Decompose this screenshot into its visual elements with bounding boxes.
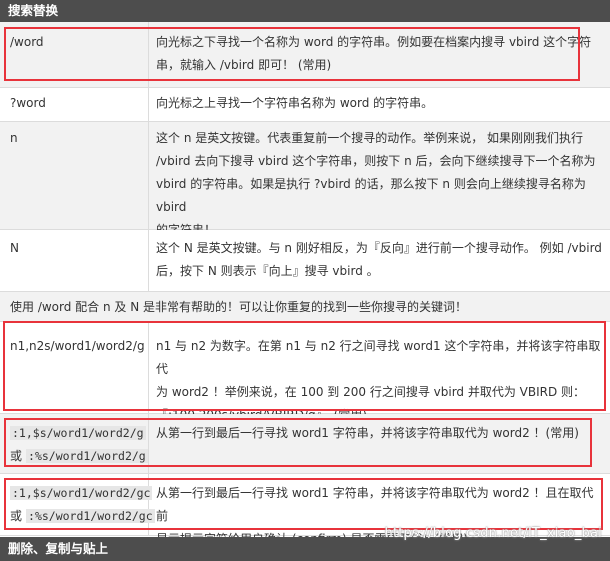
command-cell: n1,n2s/word1/word2/g [10,339,145,353]
table-row: ?word 向光标之上寻找一个字符串名称为 word 的字符串。 [0,88,610,122]
command-cell: :1,$s/word1/word2/g 或:%s/word1/word2/g [10,426,148,463]
table-row: N 这个 N 是英文按键。与 n 刚好相反，为『反向』进行前一个搜寻动作。 例如… [0,230,610,292]
table-row: /word 向光标之下寻找一个名称为 word 的字符串。例如要在档案内搜寻 v… [0,22,610,88]
note-text: 使用 /word 配合 n 及 N 是非常有帮助的！可以让你重复的找到一些你搜寻… [10,300,468,314]
table-row: n1,n2s/word1/word2/g n1 与 n2 为数字。在第 n1 与… [0,322,610,422]
code-snippet: :%s/word1/word2/gc [26,509,155,523]
table-row: :1,$s/word1/word2/g 或:%s/word1/word2/g 从… [0,414,610,474]
code-snippet: :1,$s/word1/word2/gc [10,486,153,500]
description-cell: 这个 N 是英文按键。与 n 刚好相反，为『反向』进行前一个搜寻动作。 例如 /… [156,241,602,278]
command-cell: /word [10,35,44,49]
description-cell: 向光标之下寻找一个名称为 word 的字符串。例如要在档案内搜寻 vbird 这… [156,35,592,72]
command-cell: n [10,131,18,145]
watermark: https://blog.csdn.net/IT_xiao_bai [384,526,602,541]
description-cell: 这个 n 是英文按键。代表重复前一个搜寻的动作。举例来说， 如果刚刚我们执行 /… [156,131,596,237]
command-cell: N [10,241,19,255]
description-cell: 从第一行到最后一行寻找 word1 字符串，并将该字符串取代为 word2 ！(… [156,426,579,440]
table-row: n 这个 n 是英文按键。代表重复前一个搜寻的动作。举例来说， 如果刚刚我们执行… [0,122,610,237]
command-cell: :1,$s/word1/word2/gc 或:%s/word1/word2/gc [10,486,155,523]
section-header-search-replace: 搜索替换 [0,0,610,22]
description-cell: 向光标之上寻找一个字符串名称为 word 的字符串。 [156,96,434,110]
command-cell: ?word [10,96,46,110]
code-snippet: :1,$s/word1/word2/g [10,426,146,440]
code-snippet: :%s/word1/word2/g [26,449,148,463]
table-row-note: 使用 /word 配合 n 及 N 是非常有帮助的！可以让你重复的找到一些你搜寻… [0,292,610,322]
